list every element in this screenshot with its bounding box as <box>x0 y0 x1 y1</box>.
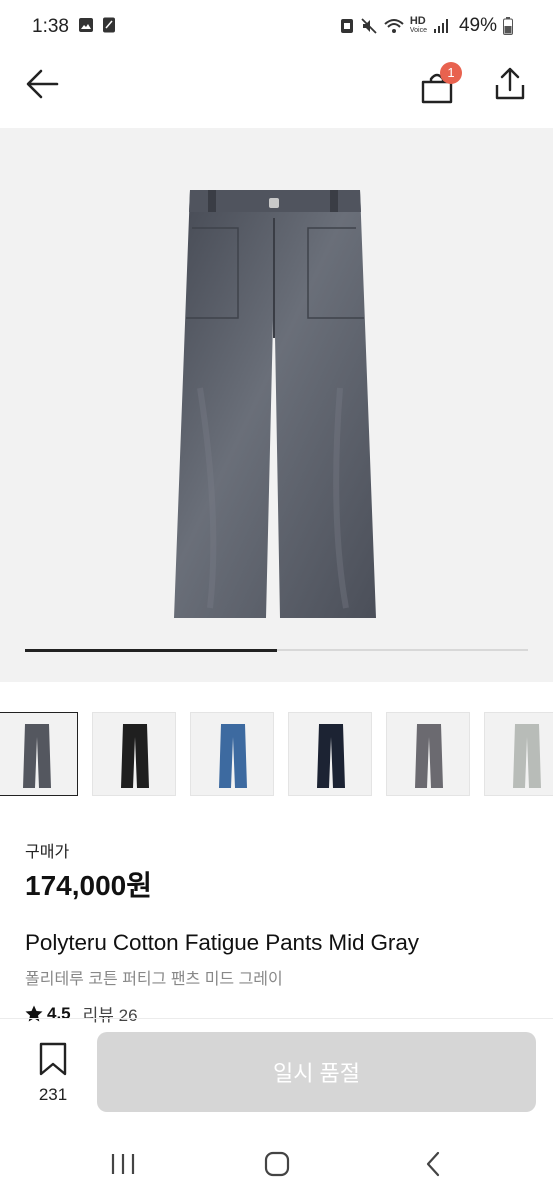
pants-thumbnail-image <box>121 724 149 788</box>
pants-thumbnail-image <box>513 724 541 788</box>
battery-icon <box>503 17 513 35</box>
status-time: 1:38 <box>32 16 69 37</box>
gallery-progress-fill <box>25 648 277 652</box>
pants-thumbnail-image <box>219 724 247 788</box>
system-navigation-bar <box>0 1130 553 1200</box>
cart-button[interactable]: 1 <box>418 62 464 106</box>
share-icon[interactable] <box>494 66 526 102</box>
phone-notification-icon <box>103 17 115 33</box>
battery-percent: 49% <box>458 15 497 36</box>
bookmark-button[interactable]: 231 <box>28 1042 78 1106</box>
wifi-icon <box>384 19 404 33</box>
thumbnail-strip <box>0 712 553 800</box>
hd-voice-label: HD Voice <box>409 15 427 35</box>
bookmark-count: 231 <box>38 1085 68 1104</box>
back-arrow-icon[interactable] <box>24 68 60 100</box>
pants-thumbnail-image <box>23 724 51 788</box>
recent-apps-icon[interactable] <box>110 1152 136 1176</box>
mute-icon <box>361 18 377 34</box>
color-thumbnail[interactable] <box>190 712 274 796</box>
system-back-icon[interactable] <box>424 1151 442 1177</box>
gallery-notification-icon <box>79 18 93 32</box>
product-name-en: Polyteru Cotton Fatigue Pants Mid Gray <box>25 930 419 955</box>
review-count: 리뷰 26 <box>82 1006 138 1025</box>
bookmark-icon <box>39 1042 67 1076</box>
pants-image <box>174 190 376 618</box>
signal-icon <box>433 19 448 33</box>
pants-thumbnail-image <box>415 724 443 788</box>
rating-row[interactable]: 4.5 리뷰 26 <box>25 1001 138 1026</box>
color-thumbnail[interactable] <box>288 712 372 796</box>
pants-thumbnail-image <box>317 724 345 788</box>
divider <box>0 1018 553 1019</box>
cart-count-badge: 1 <box>440 62 462 84</box>
soldout-button[interactable]: 일시 품절 <box>97 1032 536 1112</box>
gallery-progress-track <box>25 648 528 652</box>
color-thumbnail[interactable] <box>92 712 176 796</box>
star-icon <box>25 1005 43 1022</box>
status-bar: 1:38 HD Voice 49% <box>0 0 553 56</box>
product-main-image[interactable] <box>0 128 553 682</box>
price-label: 구매가 <box>25 844 70 861</box>
home-icon[interactable] <box>264 1151 290 1177</box>
nfc-icon <box>340 19 353 33</box>
product-price: 174,000원 <box>25 870 152 901</box>
product-name-ko: 폴리테루 코튼 퍼티그 팬츠 미드 그레이 <box>25 971 283 988</box>
rating-value: 4.5 <box>47 1003 71 1023</box>
color-thumbnail[interactable] <box>0 712 78 796</box>
color-thumbnail[interactable] <box>484 712 553 796</box>
color-thumbnail[interactable] <box>386 712 470 796</box>
top-navigation: 1 <box>0 56 553 128</box>
